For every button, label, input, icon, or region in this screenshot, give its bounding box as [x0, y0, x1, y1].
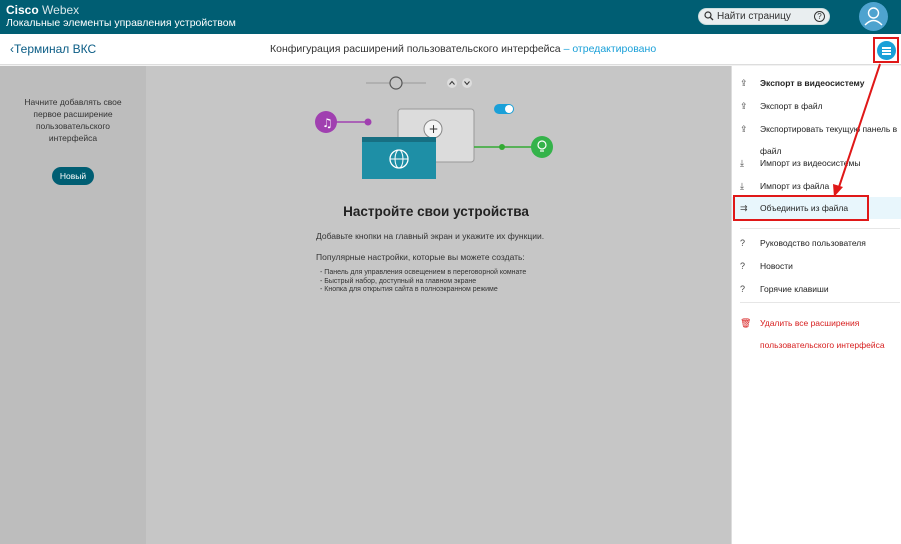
help-icon[interactable]: ? [814, 11, 825, 22]
brand: Cisco Webex Локальные элементы управлени… [6, 4, 236, 30]
popular-title: Популярные настройки, которые вы можете … [316, 252, 525, 262]
brand-cisco: Cisco [6, 3, 39, 17]
upload-icon: ⇪ [740, 101, 748, 111]
brand-subtitle: Локальные элементы управления устройство… [6, 17, 236, 29]
avatar[interactable] [859, 2, 888, 31]
new-button[interactable]: Новый [52, 167, 94, 185]
menu-divider [740, 302, 900, 303]
brand-webex: Webex [42, 3, 80, 17]
edited-status: – отредактировано [563, 43, 657, 55]
top-bar: Cisco Webex Локальные элементы управлени… [0, 0, 901, 34]
download-icon: ⤓ [740, 181, 744, 191]
dropdown-menu: ⇪ Экспорт в видеосистему ⇪ Экспорт в фай… [731, 66, 901, 544]
sub-header: ‹Терминал ВКС Конфигурация расширений по… [0, 34, 901, 65]
menu-divider [740, 228, 900, 229]
empty-state-heading: Настройте свои устройства [343, 204, 529, 219]
list-item: Панель для управления освещением в перег… [320, 269, 526, 278]
help-icon: ? [740, 284, 746, 294]
list-item: Быстрый набор, доступный на главном экра… [320, 278, 526, 287]
chevron-up-down-icon [447, 78, 472, 88]
devices-illustration: ♫ + [315, 104, 553, 179]
highlight-box [733, 195, 869, 221]
menu-button[interactable] [873, 37, 899, 63]
stepper-graphic [366, 76, 426, 90]
svg-text:+: + [429, 122, 439, 136]
search-icon [704, 11, 714, 21]
search-input[interactable]: Найти страницу ? [698, 8, 830, 25]
page-title-text: Конфигурация расширений пользовательског… [270, 43, 561, 55]
help-icon: ? [740, 238, 746, 248]
extensions-sidebar: Начните добавлять свое первое расширение… [0, 66, 146, 544]
search-placeholder: Найти страницу [717, 11, 791, 22]
main-canvas: ♫ + Настройте свои устройства Добавьте к… [146, 66, 731, 544]
list-item: Кнопка для открытия сайта в полноэкранно… [320, 286, 526, 295]
svg-text:♫: ♫ [322, 116, 333, 130]
lightbulb-icon [531, 136, 553, 158]
page-title: Конфигурация расширений пользовательског… [270, 43, 656, 55]
trash-icon: 🗑 [740, 318, 752, 328]
popular-list: Панель для управления освещением в перег… [320, 269, 526, 295]
upload-icon: ⇪ [740, 124, 748, 134]
back-label: Терминал ВКС [14, 42, 97, 56]
empty-state-description: Добавьте кнопки на главный экран и укажи… [316, 231, 545, 241]
hamburger-icon [877, 41, 896, 60]
back-link[interactable]: ‹Терминал ВКС [10, 42, 96, 56]
empty-hint: Начните добавлять свое первое расширение… [24, 97, 122, 143]
user-icon [864, 7, 883, 26]
upload-icon: ⇪ [740, 78, 748, 88]
help-icon: ? [740, 261, 746, 271]
download-icon: ⤓ [740, 158, 744, 168]
